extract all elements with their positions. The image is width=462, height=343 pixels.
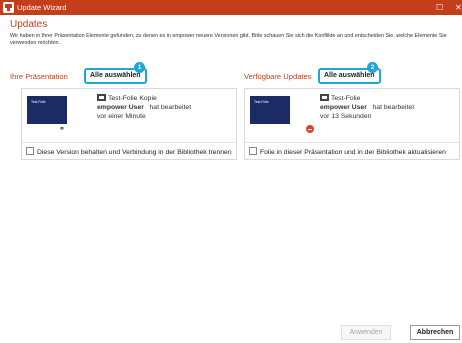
update-slide-label: Folie in dieser Präsentation und in der … bbox=[260, 149, 446, 156]
card-divider bbox=[22, 142, 236, 143]
editor-name: empower User bbox=[97, 104, 144, 111]
update-slide-option[interactable]: Folie in dieser Präsentation und in der … bbox=[249, 147, 446, 157]
keep-version-label: Diese Version behalten und Verbindung in… bbox=[37, 149, 232, 156]
keep-version-option[interactable]: Diese Version behalten und Verbindung in… bbox=[26, 147, 232, 157]
slide-icon bbox=[97, 94, 106, 101]
step-badge-2: 2 bbox=[367, 62, 378, 73]
link-icon: ⚭ bbox=[59, 126, 65, 133]
slide-icon bbox=[320, 94, 329, 101]
slide-thumbnail: Test-Folie bbox=[250, 96, 290, 124]
close-button[interactable]: ✕ bbox=[455, 2, 462, 13]
wizard-app-icon bbox=[3, 2, 14, 13]
thumbnail-title: Test-Folie bbox=[31, 100, 46, 104]
page-heading: Updates bbox=[10, 19, 48, 30]
title-bar: Update Wizard ☐ ✕ bbox=[0, 0, 462, 15]
cancel-button[interactable]: Abbrechen bbox=[410, 325, 460, 340]
card-meta: Test-Folie empower User hat bearbeitet v… bbox=[320, 94, 414, 121]
edit-action: hat bearbeitet bbox=[372, 104, 415, 111]
thumbnail-title: Test-Folie bbox=[254, 100, 269, 104]
red-minus-icon bbox=[306, 125, 314, 133]
card-meta: Test-Folie Kopie empower User hat bearbe… bbox=[97, 94, 191, 121]
slide-name: Test-Folie Kopie bbox=[108, 95, 157, 102]
apply-button[interactable]: Anwenden bbox=[341, 325, 391, 340]
slide-name: Test-Folie bbox=[331, 95, 361, 102]
edit-time: vor einer Minute bbox=[97, 113, 146, 120]
editor-name: empower User bbox=[320, 104, 367, 111]
presentation-label: Ihre Präsentation bbox=[10, 72, 68, 81]
card-divider bbox=[245, 142, 459, 143]
intro-text: Wir haben in Ihrer Präsentation Elemente… bbox=[10, 33, 447, 46]
edit-time: vor 13 Sekunden bbox=[320, 113, 372, 120]
update-slide-checkbox[interactable] bbox=[249, 147, 257, 155]
slide-thumbnail: Test-Folie bbox=[27, 96, 67, 124]
keep-version-checkbox[interactable] bbox=[26, 147, 34, 155]
step-badge-1: 1 bbox=[134, 62, 145, 73]
window-title: Update Wizard bbox=[17, 3, 67, 12]
available-update-card[interactable]: Test-Folie Test-Folie empower User hat b… bbox=[244, 88, 460, 160]
maximize-button[interactable]: ☐ bbox=[436, 2, 443, 13]
available-updates-label: Verfügbare Updates bbox=[244, 72, 312, 81]
presentation-version-card[interactable]: Test-Folie ⚭ Test-Folie Kopie empower Us… bbox=[21, 88, 237, 160]
edit-action: hat bearbeitet bbox=[149, 104, 192, 111]
